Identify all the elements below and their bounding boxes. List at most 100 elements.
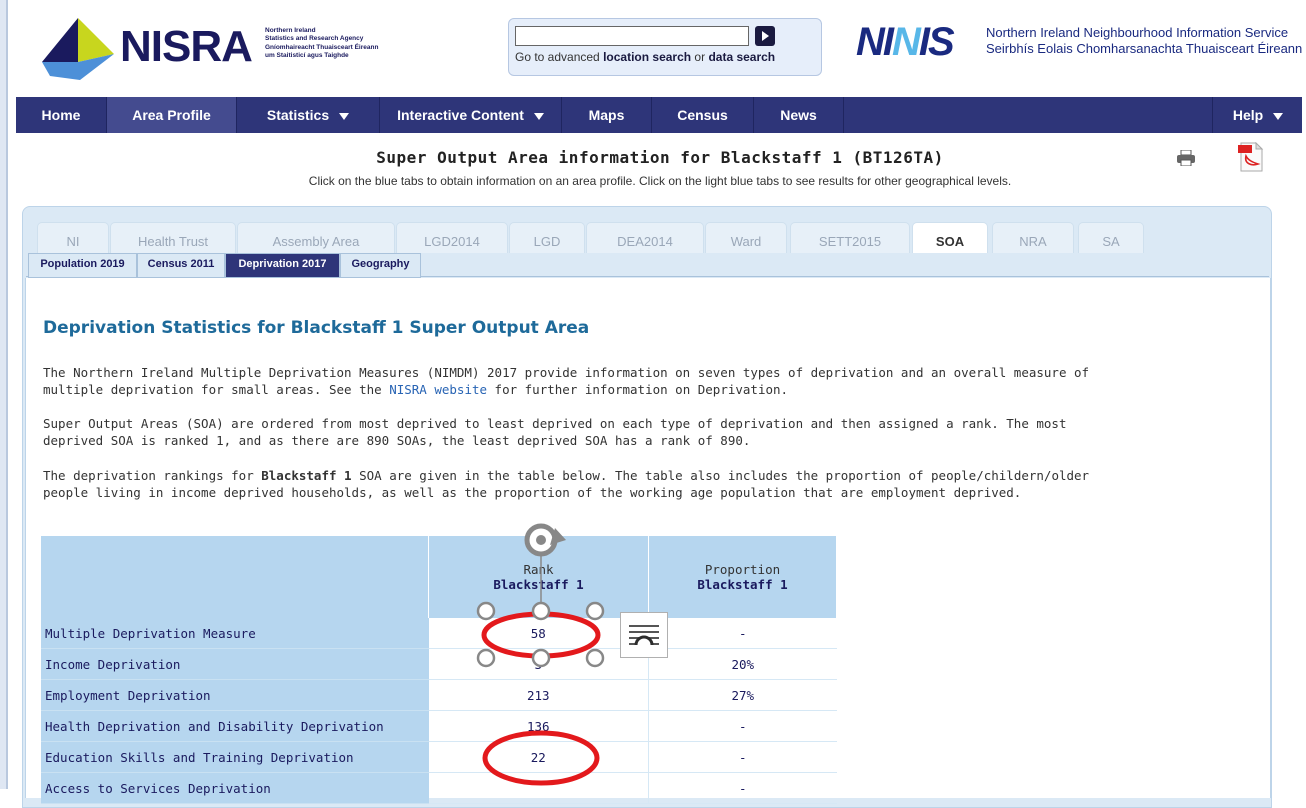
nav-label: Help [1232, 107, 1264, 123]
page-title: Super Output Area information for Blacks… [376, 148, 944, 167]
tab-label: Ward [730, 234, 762, 249]
tab-lgd2014[interactable]: LGD2014 [396, 222, 508, 253]
ninis-tagline-line: Northern Ireland Neighbourhood Informati… [986, 25, 1289, 40]
nav-news[interactable]: News [754, 97, 844, 133]
search-text: or [691, 50, 709, 64]
nisra-logo-icon[interactable] [40, 16, 116, 82]
intro-paragraph: The Northern Ireland Multiple Deprivatio… [43, 364, 1103, 398]
nav-label: Census [677, 107, 728, 123]
measure-cell: Income Deprivation [41, 648, 429, 680]
paragraph-text: for further information on Deprivation. [487, 382, 789, 397]
tab-ward[interactable]: Ward [705, 222, 787, 253]
tab-sett2015[interactable]: SETT2015 [790, 222, 910, 253]
tab-sa[interactable]: SA [1078, 222, 1144, 253]
nav-help[interactable]: Help [1212, 97, 1303, 133]
nav-label: Maps [588, 107, 625, 123]
nav-interactive-content[interactable]: Interactive Content [380, 97, 562, 133]
subtab-geography[interactable]: Geography [340, 253, 421, 278]
ninis-logo-part: N [892, 20, 921, 64]
ninis-logo[interactable]: NINIS [856, 20, 955, 65]
pdf-icon[interactable] [1238, 142, 1264, 172]
proportion-cell: 27% [648, 679, 837, 711]
nav-census[interactable]: Census [652, 97, 754, 133]
table-row: Multiple Deprivation Measure 58 - [41, 618, 837, 649]
window-left-edge-line [6, 0, 8, 789]
tab-health-trust[interactable]: Health Trust [110, 222, 236, 253]
table-row: Health Deprivation and Disability Depriv… [41, 710, 837, 742]
nav-label: Statistics [266, 107, 330, 123]
agency-line: Northern Ireland [265, 27, 316, 34]
rank-cell [428, 772, 649, 804]
search-input[interactable] [515, 26, 749, 46]
header-label: Rank [523, 562, 554, 577]
print-icon[interactable] [1176, 150, 1196, 166]
data-search-link[interactable]: data search [708, 50, 775, 64]
tab-dea2014[interactable]: DEA2014 [586, 222, 704, 253]
ninis-tagline-line: Seirbhís Eolais Chomharsanachta Thuaisce… [986, 41, 1303, 56]
agency-line: Gníomhaireacht Thuaisceart Éireann [265, 44, 379, 51]
subtab-label: Population 2019 [40, 258, 125, 270]
rank-cell: 3 [428, 648, 649, 680]
rankings-paragraph: The deprivation rankings for Blackstaff … [43, 467, 1103, 501]
search-panel: Go to advanced location search or data s… [508, 18, 822, 76]
ninis-tagline: Northern Ireland Neighbourhood Informati… [986, 25, 1302, 57]
tab-label: SA [1102, 234, 1120, 249]
nav-home[interactable]: Home [16, 97, 107, 133]
tab-label: DEA2014 [617, 234, 673, 249]
header-cell-proportion: Proportion Blackstaff 1 [648, 536, 837, 618]
tab-nra[interactable]: NRA [992, 222, 1074, 253]
subtab-label: Census 2011 [147, 258, 215, 270]
search-go-button[interactable] [755, 26, 775, 46]
tab-label: Assembly Area [272, 234, 360, 249]
subtab-census-2011[interactable]: Census 2011 [137, 253, 225, 278]
section-heading: Deprivation Statistics for Blackstaff 1 … [43, 318, 590, 338]
nav-label: Interactive Content [397, 107, 524, 123]
nav-area-profile[interactable]: Area Profile [107, 97, 237, 133]
nav-label: Area Profile [132, 107, 211, 123]
subtab-deprivation-2017[interactable]: Deprivation 2017 [225, 253, 340, 278]
tab-soa[interactable]: SOA [912, 222, 988, 253]
rank-cell: 136 [428, 710, 649, 742]
table-row: Income Deprivation 3 20% [41, 648, 837, 680]
table-row: Access to Services Deprivation - [41, 772, 837, 804]
measure-cell: Multiple Deprivation Measure [41, 618, 429, 649]
chevron-down-icon [1273, 112, 1284, 120]
table-row: Education Skills and Training Deprivatio… [41, 741, 837, 773]
chevron-down-icon [339, 112, 350, 120]
subtab-label: Deprivation 2017 [238, 258, 327, 270]
rank-cell: 213 [428, 679, 649, 711]
nav-maps[interactable]: Maps [562, 97, 652, 133]
layout-options-icon[interactable] [620, 612, 668, 658]
deprivation-table: Rank Blackstaff 1 Proportion Blackstaff 1 … [41, 536, 837, 804]
tab-label: NI [66, 234, 80, 249]
ninis-logo-part: NI [856, 20, 894, 64]
measure-cell: Employment Deprivation [41, 679, 429, 711]
tab-assembly-area[interactable]: Assembly Area [237, 222, 395, 253]
proportion-cell: - [648, 618, 837, 649]
soa-paragraph: Super Output Areas (SOA) are ordered fro… [43, 416, 1067, 448]
header-area: Blackstaff 1 [493, 577, 584, 592]
nav-label: Home [41, 107, 81, 123]
proportion-cell: - [648, 710, 837, 742]
measure-cell: Health Deprivation and Disability Depriv… [41, 710, 429, 742]
nisra-logo-text[interactable]: NISRA [120, 22, 253, 72]
header-label: Proportion [704, 562, 781, 577]
subtab-population-2019[interactable]: Population 2019 [28, 253, 137, 278]
proportion-cell: - [648, 772, 837, 804]
main-nav: Home Area Profile Statistics Interactive… [16, 97, 1302, 133]
rank-cell: 22 [428, 741, 649, 773]
header-cell-measure [41, 536, 429, 618]
nav-label: News [780, 107, 817, 123]
nisra-website-link[interactable]: NISRA website [389, 382, 487, 397]
subtab-label: Geography [351, 258, 410, 270]
agency-name: Northern Ireland Statistics and Research… [265, 27, 378, 59]
location-search-link[interactable]: location search [603, 50, 691, 64]
tab-label: SOA [935, 234, 965, 249]
paragraph-text: The deprivation rankings for [43, 468, 262, 483]
proportion-cell: 20% [648, 648, 837, 680]
tab-lgd[interactable]: LGD [509, 222, 585, 253]
tab-ni[interactable]: NI [37, 222, 109, 253]
nav-statistics[interactable]: Statistics [237, 97, 380, 133]
table-row: Employment Deprivation 213 27% [41, 679, 837, 711]
header-cell-rank: Rank Blackstaff 1 [428, 536, 649, 618]
